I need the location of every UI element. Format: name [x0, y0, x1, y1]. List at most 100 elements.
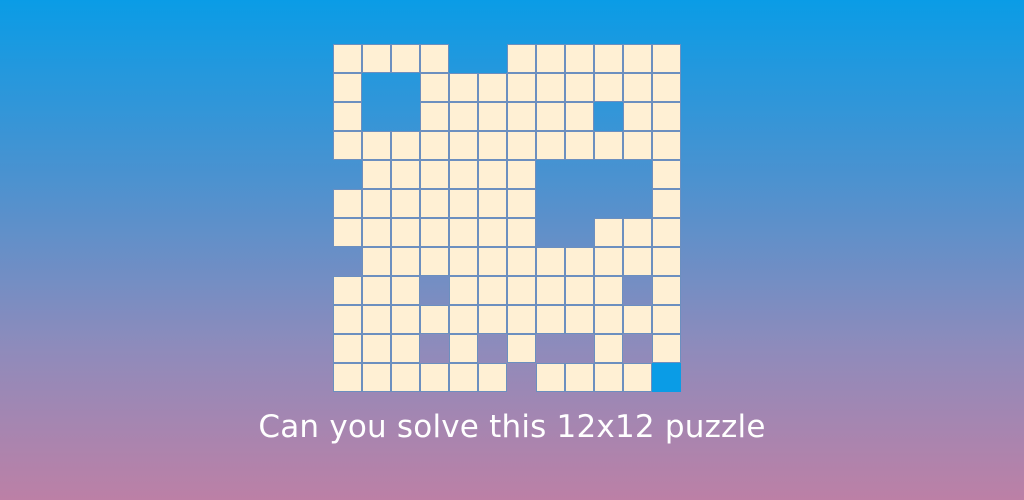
puzzle-cell-filled[interactable] [478, 276, 507, 305]
puzzle-cell-filled[interactable] [391, 44, 420, 73]
puzzle-cell-filled[interactable] [507, 102, 536, 131]
puzzle-cell-filled[interactable] [478, 218, 507, 247]
puzzle-cell-empty[interactable] [478, 44, 507, 73]
puzzle-cell-filled[interactable] [594, 247, 623, 276]
puzzle-cell-filled[interactable] [362, 160, 391, 189]
puzzle-cell-filled[interactable] [507, 276, 536, 305]
puzzle-cell-filled[interactable] [391, 363, 420, 392]
puzzle-cell-filled[interactable] [594, 334, 623, 363]
puzzle-cell-filled[interactable] [623, 305, 652, 334]
puzzle-cell-filled[interactable] [478, 131, 507, 160]
puzzle-cell-filled[interactable] [478, 189, 507, 218]
puzzle-cell-filled[interactable] [478, 305, 507, 334]
puzzle-cell-filled[interactable] [652, 131, 681, 160]
puzzle-cell-filled[interactable] [536, 73, 565, 102]
puzzle-cell-filled[interactable] [652, 247, 681, 276]
puzzle-cell-filled[interactable] [420, 131, 449, 160]
puzzle-cell-filled[interactable] [507, 305, 536, 334]
puzzle-cell-filled[interactable] [623, 102, 652, 131]
puzzle-cell-filled[interactable] [391, 247, 420, 276]
puzzle-cell-filled[interactable] [507, 189, 536, 218]
puzzle-cell-empty[interactable] [333, 160, 362, 189]
puzzle-cell-filled[interactable] [333, 102, 362, 131]
puzzle-cell-filled[interactable] [652, 305, 681, 334]
puzzle-cell-filled[interactable] [507, 334, 536, 363]
puzzle-cell-filled[interactable] [594, 363, 623, 392]
puzzle-cell-filled[interactable] [362, 363, 391, 392]
puzzle-cell-filled[interactable] [478, 363, 507, 392]
puzzle-cell-filled[interactable] [507, 247, 536, 276]
puzzle-cell-filled[interactable] [623, 247, 652, 276]
puzzle-cell-filled[interactable] [565, 73, 594, 102]
puzzle-cell-empty[interactable] [507, 363, 536, 392]
puzzle-cell-filled[interactable] [594, 131, 623, 160]
puzzle-cell-empty[interactable] [565, 218, 594, 247]
puzzle-cell-filled[interactable] [652, 334, 681, 363]
puzzle-cell-filled[interactable] [623, 218, 652, 247]
puzzle-cell-filled[interactable] [391, 160, 420, 189]
puzzle-cell-filled[interactable] [449, 363, 478, 392]
puzzle-cell-filled[interactable] [362, 44, 391, 73]
puzzle-cell-empty[interactable] [623, 189, 652, 218]
puzzle-cell-filled[interactable] [652, 218, 681, 247]
puzzle-cell-filled[interactable] [362, 305, 391, 334]
puzzle-cell-filled[interactable] [333, 131, 362, 160]
puzzle-cell-filled[interactable] [449, 247, 478, 276]
puzzle-cell-filled[interactable] [536, 363, 565, 392]
puzzle-cell-filled[interactable] [391, 334, 420, 363]
puzzle-cell-empty[interactable] [478, 334, 507, 363]
puzzle-cell-filled[interactable] [449, 305, 478, 334]
puzzle-cell-filled[interactable] [362, 334, 391, 363]
puzzle-cell-filled[interactable] [565, 131, 594, 160]
puzzle-cell-filled[interactable] [536, 131, 565, 160]
puzzle-cell-filled[interactable] [652, 44, 681, 73]
puzzle-cell-filled[interactable] [652, 73, 681, 102]
puzzle-cell-filled[interactable] [565, 247, 594, 276]
puzzle-cell-filled[interactable] [565, 276, 594, 305]
puzzle-cell-filled[interactable] [449, 102, 478, 131]
puzzle-cell-filled[interactable] [536, 305, 565, 334]
puzzle-cell-filled[interactable] [594, 218, 623, 247]
puzzle-cell-filled[interactable] [420, 218, 449, 247]
puzzle-cell-filled[interactable] [652, 276, 681, 305]
puzzle-cell-empty[interactable] [623, 160, 652, 189]
puzzle-cell-filled[interactable] [449, 276, 478, 305]
puzzle-cell-filled[interactable] [507, 131, 536, 160]
puzzle-cell-filled[interactable] [333, 73, 362, 102]
puzzle-cell-filled[interactable] [565, 102, 594, 131]
puzzle-cell-filled[interactable] [594, 305, 623, 334]
puzzle-cell-filled[interactable] [594, 276, 623, 305]
puzzle-cell-filled[interactable] [449, 218, 478, 247]
puzzle-cell-filled[interactable] [652, 189, 681, 218]
puzzle-cell-filled[interactable] [391, 276, 420, 305]
puzzle-cell-empty[interactable] [420, 276, 449, 305]
puzzle-cell-empty[interactable] [594, 189, 623, 218]
puzzle-cell-filled[interactable] [507, 218, 536, 247]
puzzle-cell-empty[interactable] [623, 276, 652, 305]
puzzle-cell-filled[interactable] [362, 131, 391, 160]
puzzle-cell-filled[interactable] [478, 73, 507, 102]
puzzle-cell-filled[interactable] [391, 305, 420, 334]
puzzle-grid[interactable] [333, 44, 681, 392]
puzzle-cell-filled[interactable] [536, 276, 565, 305]
puzzle-cell-filled[interactable] [623, 73, 652, 102]
puzzle-cell-empty[interactable] [420, 334, 449, 363]
puzzle-marker-cell[interactable] [652, 363, 681, 392]
puzzle-cell-filled[interactable] [507, 44, 536, 73]
puzzle-cell-filled[interactable] [362, 276, 391, 305]
puzzle-cell-filled[interactable] [623, 44, 652, 73]
puzzle-cell-filled[interactable] [536, 247, 565, 276]
puzzle-cell-filled[interactable] [420, 73, 449, 102]
puzzle-cell-filled[interactable] [391, 218, 420, 247]
puzzle-cell-empty[interactable] [565, 334, 594, 363]
puzzle-cell-empty[interactable] [594, 160, 623, 189]
puzzle-cell-filled[interactable] [420, 189, 449, 218]
puzzle-cell-filled[interactable] [449, 131, 478, 160]
puzzle-cell-filled[interactable] [652, 102, 681, 131]
puzzle-cell-filled[interactable] [449, 189, 478, 218]
puzzle-cell-filled[interactable] [333, 276, 362, 305]
puzzle-cell-empty[interactable] [565, 160, 594, 189]
puzzle-cell-empty[interactable] [391, 102, 420, 131]
puzzle-cell-filled[interactable] [333, 189, 362, 218]
puzzle-cell-filled[interactable] [391, 189, 420, 218]
